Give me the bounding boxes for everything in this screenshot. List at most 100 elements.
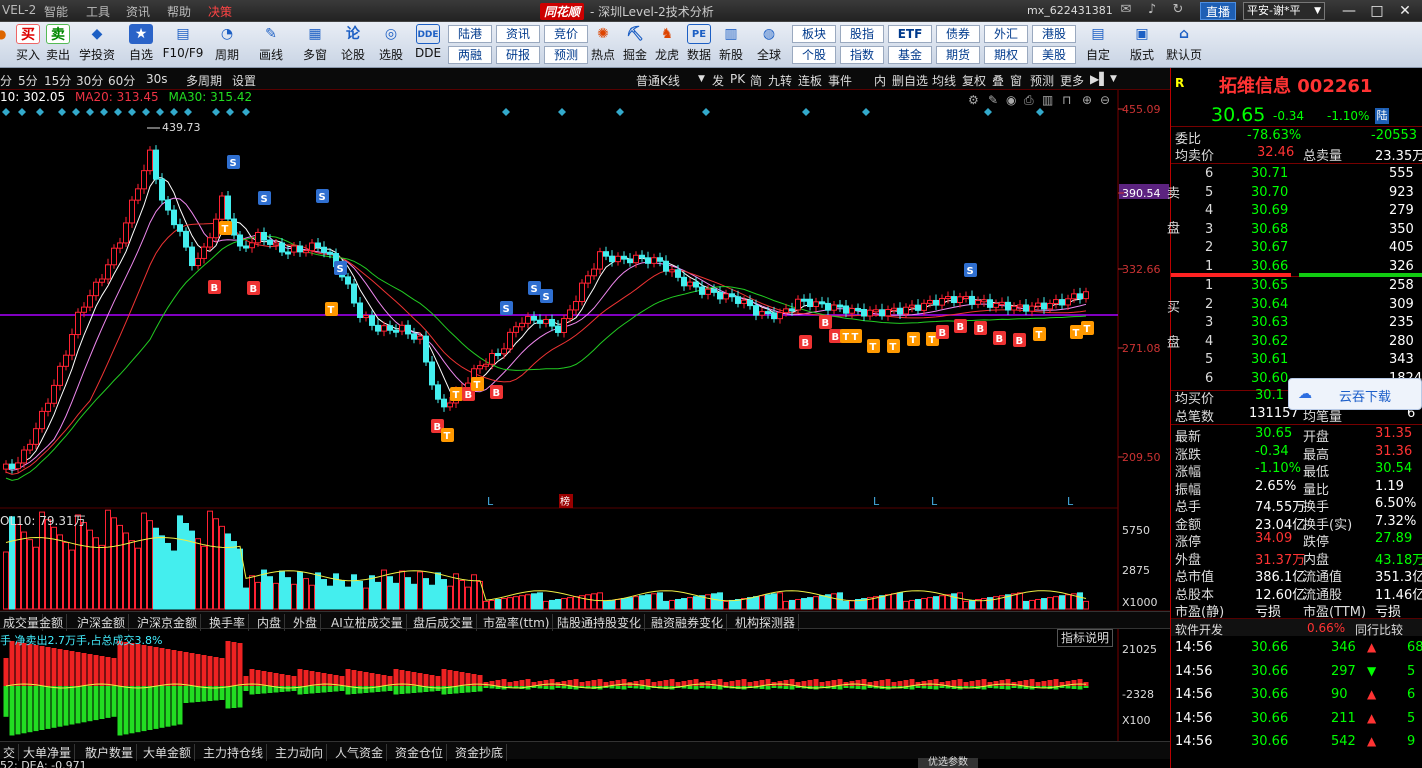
ipo-button[interactable]: ▥ 新股 — [716, 24, 746, 66]
research-button[interactable]: 研报 — [496, 46, 540, 64]
refresh-icon[interactable]: ↻ — [1170, 2, 1186, 18]
sector-name[interactable]: 软件开发 — [1175, 621, 1223, 638]
indicator-tab[interactable]: AI立桩成交量 — [328, 614, 407, 631]
layout-button[interactable]: ▣ 版式 — [1124, 24, 1160, 66]
dropdown-left[interactable]: ● — [0, 24, 8, 66]
expand-icon[interactable]: ▶▌ — [1090, 72, 1108, 86]
indicator-tab[interactable]: 内盘 — [254, 614, 286, 631]
f10-button[interactable]: ▤ F10/F9 — [162, 24, 204, 66]
indicator-tab[interactable]: 沪深金额 — [74, 614, 130, 631]
global-button[interactable]: ◍ 全球 — [750, 24, 788, 66]
peer-compare-button[interactable]: 同行比较 — [1355, 621, 1403, 638]
gear-icon[interactable]: ⚙ — [968, 93, 979, 107]
forum-button[interactable]: 论论股 — [338, 24, 368, 66]
index-button[interactable]: 指数 — [840, 46, 884, 64]
tool-fa[interactable]: 发 — [712, 72, 724, 89]
bond-button[interactable]: 债券 — [936, 25, 980, 43]
tool-window[interactable]: 窗 — [1010, 72, 1022, 89]
period-tab-15m[interactable]: 15分 — [44, 72, 71, 89]
margin-button[interactable]: 两融 — [448, 46, 492, 64]
minimize-icon[interactable]: — — [1340, 2, 1358, 20]
indicator-tab[interactable]: 金额 — [36, 614, 68, 631]
tool-adjust[interactable]: 复权 — [962, 72, 986, 89]
dde-button[interactable]: DDE DDE — [414, 24, 442, 66]
kline-type-select[interactable]: 普通K线 — [636, 72, 680, 89]
menu-item-news[interactable]: 资讯 — [126, 3, 150, 20]
chevron-down-icon[interactable]: ▼ — [698, 74, 705, 84]
event-marker-l[interactable]: L — [931, 495, 938, 508]
us-stock-button[interactable]: 美股 — [1032, 46, 1076, 64]
auction-button[interactable]: 竞价 — [544, 25, 588, 43]
draw-line-button[interactable]: ✎ 画线 — [252, 24, 290, 66]
indicator-tab[interactable]: 盘后成交量 — [410, 614, 478, 631]
sector-button[interactable]: 板块 — [792, 25, 836, 43]
bottom-tab[interactable]: 大单金额 — [140, 744, 196, 761]
indicator-tab[interactable]: 融资融券变化 — [648, 614, 728, 631]
bell-icon[interactable]: ♪ — [1144, 2, 1160, 18]
pen-icon[interactable]: ✎ — [988, 93, 998, 107]
maximize-icon[interactable]: □ — [1368, 2, 1386, 20]
indicator-tab[interactable]: 机构探测器 — [732, 614, 800, 631]
user-id[interactable]: mx_622431381 — [1027, 4, 1113, 17]
menu-item-help[interactable]: 帮助 — [167, 3, 191, 20]
bottom-tab[interactable]: 人气资金 — [332, 744, 388, 761]
etf-button[interactable]: ETF — [888, 25, 932, 43]
period-tab-5m[interactable]: 5分 — [18, 72, 38, 89]
bottom-tab[interactable]: 主力动向 — [272, 744, 328, 761]
period-button[interactable]: ◔ 周期 — [208, 24, 246, 66]
period-tab-multi[interactable]: 多周期 — [186, 72, 222, 89]
rank-badge[interactable]: 榜 — [560, 495, 570, 508]
tool-events[interactable]: 事件 — [828, 72, 852, 89]
chevron-down-icon[interactable]: ▼ — [1110, 74, 1117, 84]
event-marker-l[interactable]: L — [873, 495, 880, 508]
kline-chart[interactable]: ⚙ ✎ ◉ ⎙ ▥ ⊓ ⊕ ⊖ 455.09390.54332.66271.08… — [0, 90, 1170, 741]
zoom-in-icon[interactable]: ⊕ — [1082, 93, 1092, 107]
lock-icon[interactable]: ⊓ — [1062, 93, 1071, 107]
bottom-tab[interactable]: 资金抄底 — [452, 744, 508, 761]
period-tab-60m[interactable]: 60分 — [108, 72, 135, 89]
tool-more[interactable]: 更多 — [1060, 72, 1084, 89]
event-marker-l[interactable]: L — [1067, 495, 1074, 508]
tool-lianban[interactable]: 连板 — [798, 72, 822, 89]
stock-picker-button[interactable]: ◎ 选股 — [372, 24, 410, 66]
options-button[interactable]: 期权 — [984, 46, 1028, 64]
forex-button[interactable]: 外汇 — [984, 25, 1028, 43]
tool-jian[interactable]: 简 — [750, 72, 762, 89]
index-futures-button[interactable]: 股指 — [840, 25, 884, 43]
tool-jiuzhuan[interactable]: 九转 — [768, 72, 792, 89]
indicator-tab[interactable]: 外盘 — [290, 614, 322, 631]
dig-gold-button[interactable]: ⛏ 掘金 — [620, 24, 650, 66]
news-button[interactable]: 资讯 — [496, 25, 540, 43]
stock-button[interactable]: 个股 — [792, 46, 836, 64]
forecast-button[interactable]: 预测 — [544, 46, 588, 64]
menu-item-decision[interactable]: 决策 — [208, 3, 232, 20]
print-icon[interactable]: ⎙ — [1024, 93, 1034, 107]
period-tab-1m[interactable]: 分 — [0, 72, 12, 89]
period-tab-settings[interactable]: 设置 — [232, 72, 256, 89]
menu-item-level2[interactable]: VEL-2 — [2, 3, 36, 17]
watchlist-button[interactable]: ★ 自选 — [124, 24, 158, 66]
broker-select[interactable]: 平安-谢*平 ▼ — [1243, 2, 1325, 20]
period-tab-30s[interactable]: 30s — [146, 72, 168, 86]
custom-button[interactable]: ▤ 自定 — [1080, 24, 1116, 66]
mail-icon[interactable]: ✉ — [1118, 2, 1134, 18]
trash-icon[interactable]: ▥ — [1042, 93, 1053, 107]
indicator-explain-button[interactable]: 指标说明 — [1057, 629, 1113, 647]
bottom-tab[interactable]: 主力持仓线 — [200, 744, 268, 761]
hk-stock-button[interactable]: 港股 — [1032, 25, 1076, 43]
default-page-button[interactable]: ⌂ 默认页 — [1164, 24, 1204, 66]
tool-del-watch[interactable]: 删自选 — [892, 72, 928, 89]
buy-button[interactable]: 买买入 — [14, 24, 42, 66]
menu-item-smart[interactable]: 智能 — [44, 3, 68, 20]
bottom-tab[interactable]: 散户数量 — [82, 744, 138, 761]
cloud-download-widget[interactable]: ☁ 云吞下载 — [1288, 378, 1422, 410]
zoom-out-icon[interactable]: ⊖ — [1100, 93, 1110, 107]
dragon-tiger-button[interactable]: ♞ 龙虎 — [652, 24, 682, 66]
close-icon[interactable]: ✕ — [1396, 2, 1414, 20]
multi-window-button[interactable]: ▦ 多窗 — [296, 24, 334, 66]
period-tab-30m[interactable]: 30分 — [76, 72, 103, 89]
live-button[interactable]: 直播 — [1200, 2, 1236, 20]
learn-button[interactable]: ◆ 学投资 — [78, 24, 116, 66]
event-marker-l[interactable]: L — [487, 495, 494, 508]
indicator-tab[interactable]: 陆股通持股变化 — [554, 614, 646, 631]
